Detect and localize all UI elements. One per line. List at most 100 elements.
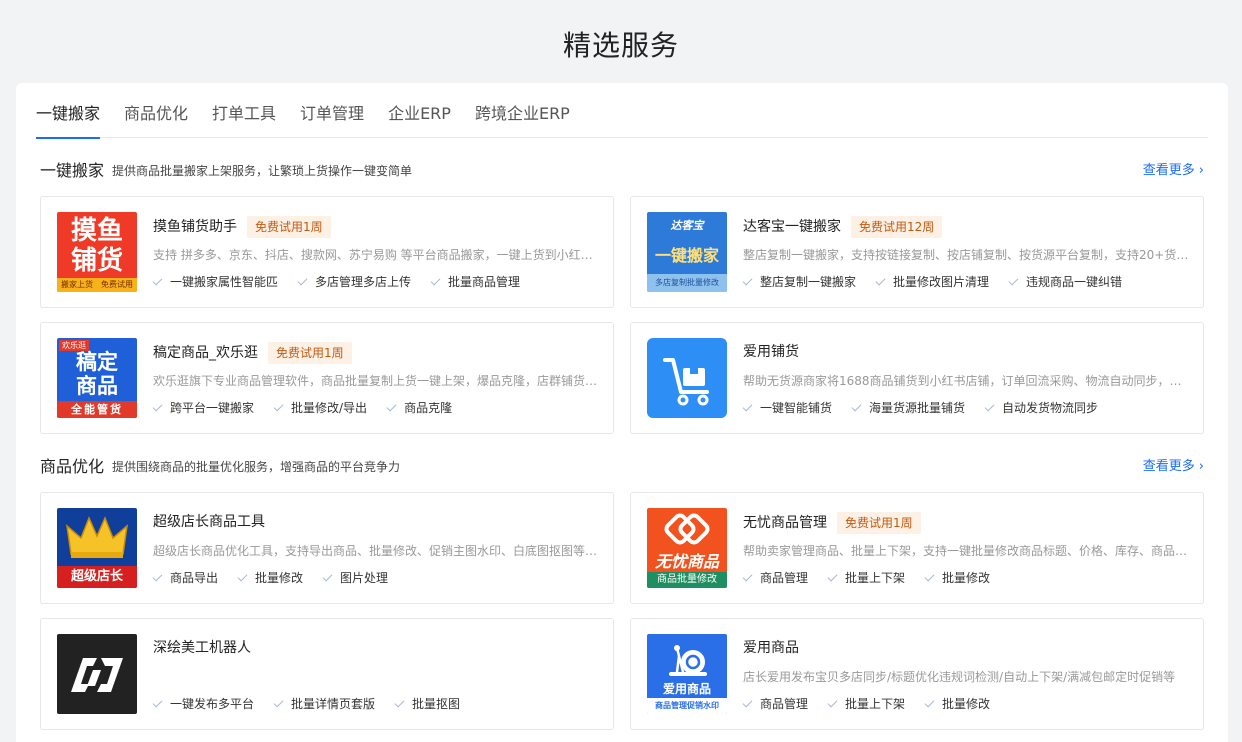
snail-icon xyxy=(669,645,707,676)
check-icon xyxy=(924,697,935,708)
feature-item: 批量商品管理 xyxy=(430,273,520,291)
feature-item: 整店复制一键搬家 xyxy=(742,273,856,291)
feature-item: 批量修改 xyxy=(924,695,990,713)
cart-icon xyxy=(663,358,709,406)
section-desc: 提供围绕商品的批量优化服务，增强商品的平台竞争力 xyxy=(112,460,401,474)
feature-item: 图片处理 xyxy=(322,569,388,587)
feature-list: 跨平台一键搬家 批量修改/导出 商品克隆 xyxy=(152,399,472,417)
service-logo xyxy=(57,634,137,714)
check-icon xyxy=(273,401,284,412)
service-card[interactable]: 爱用铺货 帮助无货源商家将1688商品铺货到小红书店铺，订单回流采购、物流自动同… xyxy=(630,322,1204,434)
check-icon xyxy=(742,571,753,582)
service-name: 爱用铺货 xyxy=(743,344,799,360)
link-icon xyxy=(664,513,710,545)
service-card[interactable]: 欢乐逛 稿定 商品 全能管货 稿定商品_欢乐逛 免费试用1周 欢乐逛旗下专业商品管… xyxy=(40,322,614,434)
trial-badge: 免费试用1周 xyxy=(247,216,331,238)
tab-product-optimize[interactable]: 商品优化 xyxy=(124,101,188,138)
feature-item: 商品管理 xyxy=(742,569,808,587)
check-icon xyxy=(924,571,935,582)
check-icon xyxy=(152,697,163,708)
feature-item: 商品导出 xyxy=(152,569,218,587)
trial-badge: 免费试用1周 xyxy=(837,512,921,534)
feature-item: 多店管理多店上传 xyxy=(297,273,411,291)
feature-item: 违规商品一键纠错 xyxy=(1008,273,1122,291)
check-icon xyxy=(386,401,397,412)
section-header: 一键搬家 提供商品批量搬家上架服务，让繁琐上货操作一键变简单 查看更多 › xyxy=(40,159,1204,183)
feature-item: 自动发货物流同步 xyxy=(984,399,1098,417)
service-name: 摸鱼铺货助手 免费试用1周 xyxy=(153,216,331,238)
see-more-link[interactable]: 查看更多 › xyxy=(1143,455,1204,479)
feature-item: 批量抠图 xyxy=(394,695,460,713)
feature-list: 一键发布多平台 批量详情页套版 批量抠图 xyxy=(152,695,480,713)
feature-item: 批量修改 xyxy=(924,569,990,587)
chevron-right-icon: › xyxy=(1198,459,1204,474)
tab-order-manage[interactable]: 订单管理 xyxy=(300,101,364,138)
feature-item: 一键发布多平台 xyxy=(152,695,254,713)
service-logo: 摸鱼 铺货 搬家上货 免费试用 xyxy=(57,212,137,292)
crown-icon xyxy=(65,516,129,558)
service-desc: 支持 拼多多、京东、抖店、搜款网、苏宁易购 等平台商品搬家，一键上货到小红书店铺 xyxy=(153,248,599,262)
feature-item: 商品克隆 xyxy=(386,399,452,417)
service-desc: 超级店长商品优化工具，支持导出商品、批量修改、促销主图水印、白底图抠图等功能 xyxy=(153,544,599,558)
feature-list: 商品导出 批量修改 图片处理 xyxy=(152,569,408,587)
service-desc: 帮助卖家管理商品、批量上下架，支持一键批量修改商品标题、价格、库存、商品属性等 xyxy=(743,544,1189,558)
feature-item: 跨平台一键搬家 xyxy=(152,399,254,417)
check-icon xyxy=(984,401,995,412)
check-icon xyxy=(394,697,405,708)
check-icon xyxy=(875,275,886,286)
service-name: 无忧商品管理 免费试用1周 xyxy=(743,512,921,534)
check-icon xyxy=(273,697,284,708)
feature-item: 批量修改/导出 xyxy=(273,399,367,417)
feature-item: 商品管理 xyxy=(742,695,808,713)
tab-print-tool[interactable]: 打单工具 xyxy=(212,101,276,138)
category-tabs: 一键搬家 商品优化 打单工具 订单管理 企业ERP 跨境企业ERP xyxy=(36,101,1208,139)
see-more-link[interactable]: 查看更多 › xyxy=(1143,159,1204,183)
trial-badge: 免费试用12周 xyxy=(851,216,943,238)
service-desc: 帮助无货源商家将1688商品铺货到小红书店铺，订单回流采购、物流自动同步，轻松做… xyxy=(743,374,1189,388)
service-card[interactable]: 达客宝 一键搬家 多店复制批量修改 达客宝一键搬家 免费试用12周 整店复制一键搬… xyxy=(630,196,1204,308)
tab-enterprise-erp[interactable]: 企业ERP xyxy=(388,101,451,138)
tab-one-click-move[interactable]: 一键搬家 xyxy=(36,101,101,139)
service-name: 爱用商品 xyxy=(743,640,799,656)
service-logo: 爱用商品 商品管理促销水印 xyxy=(647,634,727,714)
check-icon xyxy=(1008,275,1019,286)
service-desc: 店长爱用发布宝贝多店同步/标题优化违规词检测/自动上下架/满减包邮定时促销等 xyxy=(743,670,1176,684)
check-icon xyxy=(827,571,838,582)
feature-list: 商品管理 批量上下架 批量修改 xyxy=(742,695,1010,713)
section-desc: 提供商品批量搬家上架服务，让繁琐上货操作一键变简单 xyxy=(112,164,413,178)
service-name: 超级店长商品工具 xyxy=(153,514,265,530)
trial-badge: 免费试用1周 xyxy=(268,342,352,364)
feature-item: 批量上下架 xyxy=(827,569,905,587)
check-icon xyxy=(742,401,753,412)
section-header: 商品优化 提供围绕商品的批量优化服务，增强商品的平台竞争力 查看更多 › xyxy=(40,455,1204,479)
service-logo: 无忧商品 商品批量修改 xyxy=(647,508,727,588)
chevron-right-icon: › xyxy=(1198,163,1204,178)
service-card[interactable]: 爱用商品 商品管理促销水印 爱用商品 店长爱用发布宝贝多店同步/标题优化违规词检… xyxy=(630,618,1204,730)
check-icon xyxy=(152,571,163,582)
check-icon xyxy=(827,697,838,708)
check-icon xyxy=(851,401,862,412)
service-desc: 欢乐逛旗下专业商品管理软件，商品批量复制上货一键上架，爆品克隆，店群铺货管理 xyxy=(153,374,599,388)
service-logo xyxy=(647,338,727,418)
check-icon xyxy=(742,697,753,708)
feature-item: 批量修改图片清理 xyxy=(875,273,989,291)
shenhui-logo-icon xyxy=(71,658,123,692)
check-icon xyxy=(152,275,163,286)
service-card[interactable]: 深绘美工机器人 一键发布多平台 批量详情页套版 批量抠图 xyxy=(40,618,614,730)
check-icon xyxy=(152,401,163,412)
service-card[interactable]: 超级店长 超级店长商品工具 超级店长商品优化工具，支持导出商品、批量修改、促销主… xyxy=(40,492,614,604)
check-icon xyxy=(742,275,753,286)
service-logo: 达客宝 一键搬家 多店复制批量修改 xyxy=(647,212,727,292)
check-icon xyxy=(430,275,441,286)
service-card[interactable]: 无忧商品 商品批量修改 无忧商品管理 免费试用1周 帮助卖家管理商品、批量上下架，… xyxy=(630,492,1204,604)
feature-item: 批量上下架 xyxy=(827,695,905,713)
feature-item: 一键搬家属性智能匹 xyxy=(152,273,278,291)
section-title: 一键搬家 xyxy=(40,161,105,180)
feature-list: 一键搬家属性智能匹 多店管理多店上传 批量商品管理 xyxy=(152,273,540,291)
service-name: 深绘美工机器人 xyxy=(153,640,251,656)
service-card[interactable]: 摸鱼 铺货 搬家上货 免费试用 摸鱼铺货助手 免费试用1周 支持 拼多多、京东、抖店… xyxy=(40,196,614,308)
tab-crossborder-erp[interactable]: 跨境企业ERP xyxy=(475,101,570,138)
check-icon xyxy=(322,571,333,582)
check-icon xyxy=(297,275,308,286)
service-name: 稿定商品_欢乐逛 免费试用1周 xyxy=(153,342,352,364)
